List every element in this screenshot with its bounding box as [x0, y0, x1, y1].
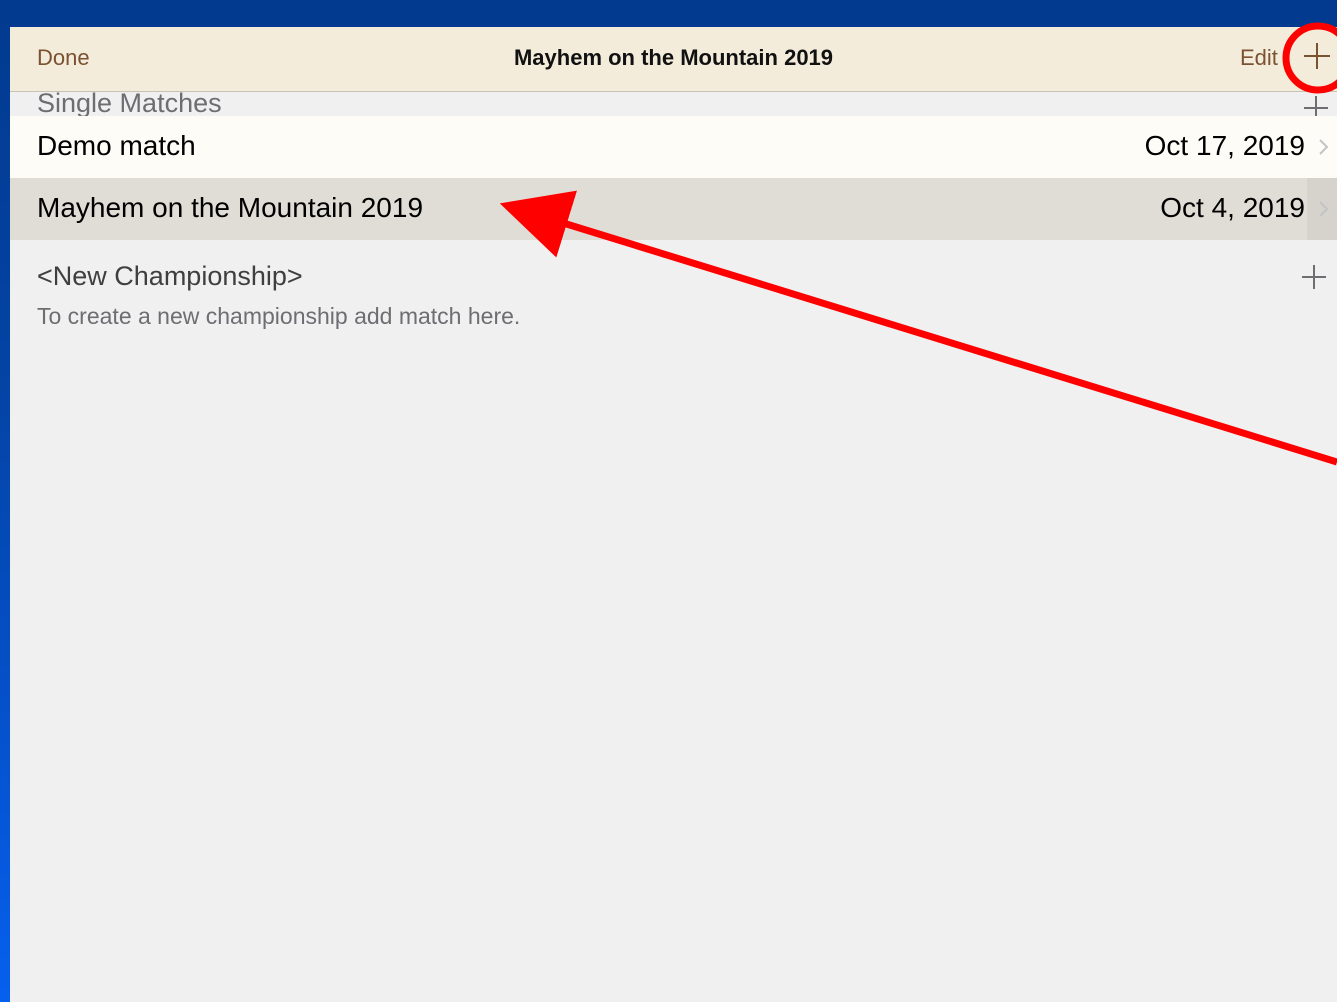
chevron-right-icon [1318, 197, 1330, 221]
single-matches-header: Single Matches [10, 88, 1337, 120]
navbar-add-button[interactable] [1300, 39, 1334, 73]
new-championship-hint: To create a new championship add match h… [37, 303, 521, 329]
match-date: Oct 17, 2019 [1144, 130, 1305, 161]
plus-icon [1304, 43, 1330, 69]
page-title: Mayhem on the Mountain 2019 [513, 45, 834, 70]
match-title: Demo match [37, 130, 196, 161]
new-championship-add-button[interactable] [1301, 264, 1327, 290]
match-row-mayhem[interactable]: Mayhem on the Mountain 2019 Oct 4, 2019 [10, 178, 1337, 240]
match-date: Oct 4, 2019 [1160, 192, 1305, 223]
section-header-label: Single Matches [37, 88, 222, 118]
chevron-right-icon [1318, 135, 1330, 159]
app-window: Done Mayhem on the Mountain 2019 Edit Si… [10, 27, 1337, 1002]
plus-icon [1302, 265, 1326, 289]
edit-button[interactable]: Edit [1240, 45, 1278, 71]
match-title: Mayhem on the Mountain 2019 [37, 192, 424, 223]
navigation-bar: Done Mayhem on the Mountain 2019 Edit [10, 27, 1337, 92]
match-row-demo[interactable]: Demo match Oct 17, 2019 [10, 116, 1337, 178]
new-championship-title: <New Championship> [37, 261, 303, 291]
